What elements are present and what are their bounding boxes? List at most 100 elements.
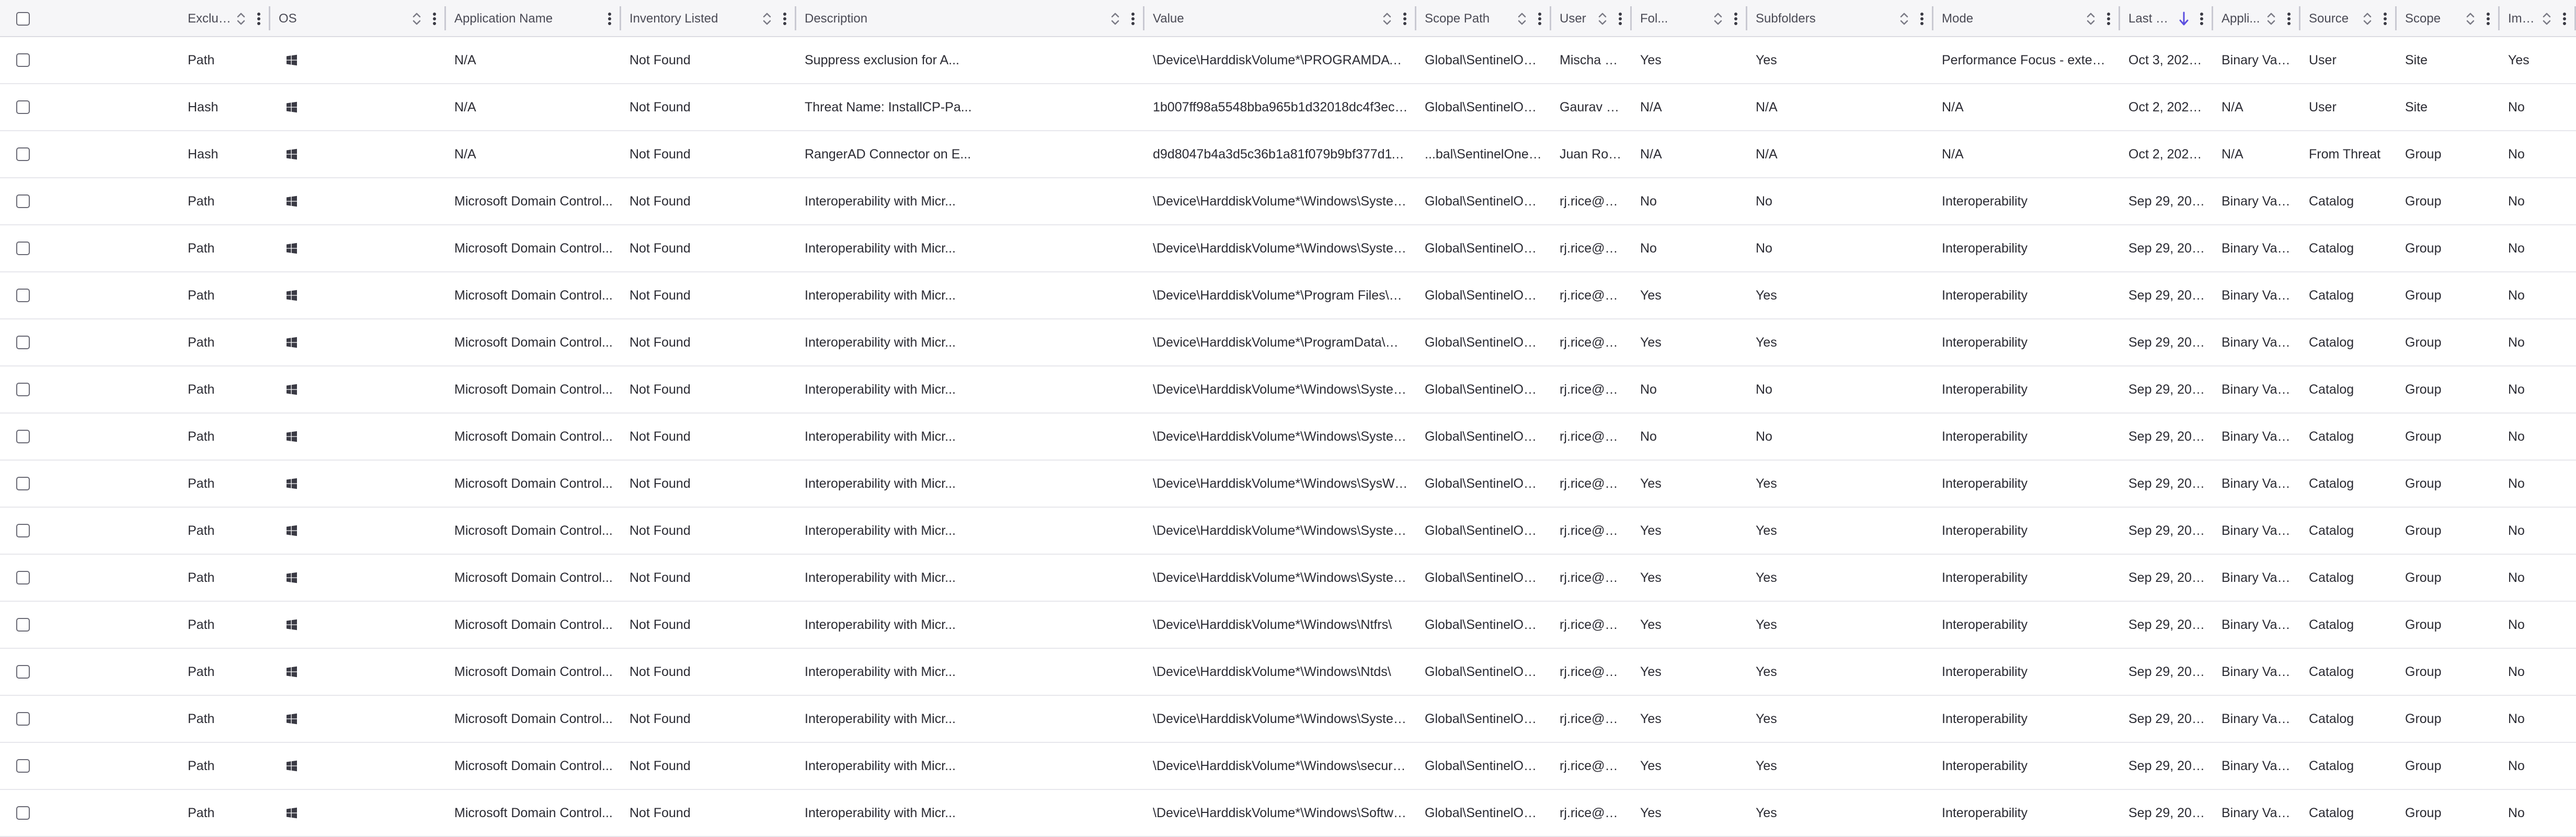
row-checkbox[interactable] — [16, 524, 30, 537]
row-checkbox[interactable] — [16, 665, 30, 679]
sort-icon[interactable] — [1712, 10, 1724, 28]
row-checkbox[interactable] — [16, 100, 30, 114]
row-checkbox[interactable] — [16, 53, 30, 67]
windows-icon — [287, 101, 297, 113]
table-row[interactable]: Path Microsoft Domain Control... Not Found… — [0, 508, 2576, 555]
table-row[interactable]: Path Microsoft Domain Control... Not Found… — [0, 696, 2576, 743]
column-menu-icon[interactable] — [781, 10, 789, 28]
cell-os — [270, 243, 446, 254]
column-header-source[interactable]: Source — [2300, 0, 2397, 37]
cell-scope-path: Global\SentinelOne\RJ\DomainControllers — [1425, 476, 1551, 491]
select-all-checkbox[interactable] — [16, 12, 30, 26]
column-header-subfolders[interactable]: Subfolders — [1747, 0, 1933, 37]
table-row[interactable]: Path Microsoft Domain Control... Not Found… — [0, 366, 2576, 414]
table-row[interactable]: Path Microsoft Domain Control... Not Found… — [0, 790, 2576, 837]
cell-application-name: N/A — [454, 53, 476, 67]
table-row[interactable]: Path Microsoft Domain Control... Not Found… — [0, 743, 2576, 790]
row-checkbox[interactable] — [16, 430, 30, 443]
sort-icon[interactable] — [235, 10, 247, 28]
column-menu-icon[interactable] — [430, 10, 439, 28]
column-header-user[interactable]: User — [1551, 0, 1632, 37]
column-header-scope[interactable]: Scope — [2397, 0, 2500, 37]
cell-imported: No — [2508, 288, 2525, 303]
windows-icon — [287, 713, 297, 725]
column-menu-icon[interactable] — [2560, 10, 2569, 28]
column-menu-icon[interactable] — [2104, 10, 2113, 28]
column-menu-icon[interactable] — [1536, 10, 1544, 28]
cell-value: \Device\HarddiskVolume*\Windows\System32… — [1153, 241, 1416, 256]
table-row[interactable]: Path Microsoft Domain Control... Not Found… — [0, 272, 2576, 319]
table-row[interactable]: Path Microsoft Domain Control... Not Found… — [0, 178, 2576, 225]
sort-icon[interactable] — [2464, 10, 2477, 28]
column-menu-icon[interactable] — [2197, 10, 2206, 28]
column-header-exclusion-type[interactable]: Exclusion Ty... — [179, 0, 270, 37]
column-menu-icon[interactable] — [1129, 10, 1137, 28]
row-checkbox[interactable] — [16, 477, 30, 490]
sort-icon[interactable] — [1516, 10, 1528, 28]
sort-descending-icon[interactable] — [2178, 10, 2190, 28]
cell-user: rj.rice@sentinelone... — [1560, 617, 1632, 632]
cell-os — [270, 337, 446, 348]
cell-source: Catalog — [2309, 570, 2354, 585]
row-checkbox[interactable] — [16, 383, 30, 396]
sort-icon[interactable] — [2265, 10, 2277, 28]
column-menu-icon[interactable] — [2285, 10, 2293, 28]
column-header-application-name[interactable]: Application Name — [446, 0, 621, 37]
row-checkbox[interactable] — [16, 336, 30, 349]
cell-imported: No — [2508, 100, 2525, 114]
sort-icon[interactable] — [1381, 10, 1393, 28]
column-header-mode[interactable]: Mode — [1933, 0, 2120, 37]
sort-icon[interactable] — [1596, 10, 1609, 28]
sort-icon[interactable] — [2361, 10, 2374, 28]
column-header-last-update[interactable]: Last Update — [2120, 0, 2213, 37]
table-row[interactable]: Path Microsoft Domain Control... Not Found… — [0, 602, 2576, 649]
column-menu-icon[interactable] — [1732, 10, 1740, 28]
table-row[interactable]: Path Microsoft Domain Control... Not Found… — [0, 649, 2576, 696]
row-checkbox[interactable] — [16, 618, 30, 632]
row-checkbox[interactable] — [16, 712, 30, 726]
row-checkbox[interactable] — [16, 289, 30, 302]
table-row[interactable]: Path Microsoft Domain Control... Not Found… — [0, 555, 2576, 602]
cell-inventory-listed: Not Found — [629, 712, 691, 726]
sort-icon[interactable] — [410, 10, 423, 28]
column-header-os[interactable]: OS — [270, 0, 446, 37]
table-row[interactable]: Path Microsoft Domain Control... Not Found… — [0, 414, 2576, 461]
cell-mode: Interoperability — [1942, 476, 2028, 491]
column-header-imported[interactable]: Imported — [2500, 0, 2576, 37]
column-header-value[interactable]: Value — [1144, 0, 1416, 37]
row-checkbox[interactable] — [16, 759, 30, 773]
table-row[interactable]: Path Microsoft Domain Control... Not Found… — [0, 461, 2576, 508]
column-menu-icon[interactable] — [1616, 10, 1624, 28]
cell-scope-path: Global\SentinelOne\MischaD — [1425, 53, 1551, 67]
column-menu-icon[interactable] — [2484, 10, 2492, 28]
table-row[interactable]: Path Microsoft Domain Control... Not Found… — [0, 225, 2576, 272]
sort-icon[interactable] — [2540, 10, 2553, 28]
sort-icon[interactable] — [1898, 10, 1910, 28]
row-checkbox[interactable] — [16, 242, 30, 255]
column-menu-icon[interactable] — [2381, 10, 2389, 28]
sort-icon[interactable] — [1109, 10, 1121, 28]
row-checkbox[interactable] — [16, 806, 30, 820]
column-menu-icon[interactable] — [1918, 10, 1926, 28]
sort-icon[interactable] — [761, 10, 773, 28]
cell-inventory-listed: Not Found — [629, 241, 691, 256]
column-menu-icon[interactable] — [605, 10, 614, 28]
column-menu-icon[interactable] — [1401, 10, 1409, 28]
table-row[interactable]: Hash N/A Not Found Threat Name: InstallCP-P… — [0, 84, 2576, 131]
cell-inventory-listed: Not Found — [629, 429, 691, 444]
row-checkbox[interactable] — [16, 571, 30, 584]
column-header-scope-path[interactable]: Scope Path — [1416, 0, 1551, 37]
table-row[interactable]: Path Microsoft Domain Control... Not Found… — [0, 319, 2576, 366]
column-header-description[interactable]: Description — [796, 0, 1144, 37]
column-menu-icon[interactable] — [255, 10, 263, 28]
header-spacer — [46, 0, 179, 37]
sort-icon[interactable] — [2085, 10, 2097, 28]
row-checkbox[interactable] — [16, 147, 30, 161]
cell-source: From Threat — [2309, 147, 2381, 162]
column-header-application[interactable]: Appli... — [2213, 0, 2300, 37]
table-row[interactable]: Path N/A Not Found Suppress exclusion for A… — [0, 37, 2576, 84]
column-header-inventory-listed[interactable]: Inventory Listed — [621, 0, 796, 37]
table-row[interactable]: Hash N/A Not Found RangerAD Connector on E.… — [0, 131, 2576, 178]
column-header-folder[interactable]: Fol... — [1632, 0, 1747, 37]
row-checkbox[interactable] — [16, 194, 30, 208]
